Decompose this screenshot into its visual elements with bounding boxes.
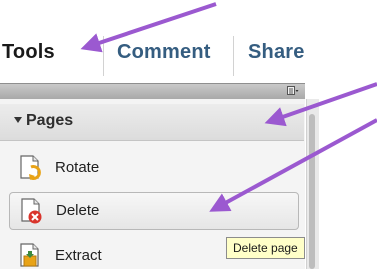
- tool-rotate-label: Rotate: [55, 159, 100, 176]
- tool-delete[interactable]: Delete: [9, 192, 299, 230]
- scrollbar-thumb[interactable]: [309, 114, 315, 269]
- pages-section-header[interactable]: Pages: [0, 104, 304, 141]
- panel-toolbar: [0, 83, 305, 100]
- tool-extract-label: Extract: [55, 247, 102, 264]
- delete-page-icon: [21, 198, 42, 224]
- tab-comment[interactable]: Comment: [117, 40, 211, 64]
- disclosure-caret-icon: [14, 117, 22, 123]
- rotate-page-icon: [20, 155, 41, 180]
- tool-rotate[interactable]: Rotate: [12, 150, 302, 187]
- pages-section-title: Pages: [26, 112, 74, 129]
- extract-page-icon: [20, 243, 39, 267]
- delete-page-tooltip: Delete page: [226, 237, 305, 259]
- tab-separator: [233, 36, 234, 76]
- panel-options-icon[interactable]: [287, 86, 299, 96]
- tab-share[interactable]: Share: [248, 40, 305, 64]
- tool-delete-label: Delete: [56, 202, 100, 219]
- tab-separator: [103, 36, 104, 76]
- tab-tools[interactable]: Tools: [2, 40, 55, 64]
